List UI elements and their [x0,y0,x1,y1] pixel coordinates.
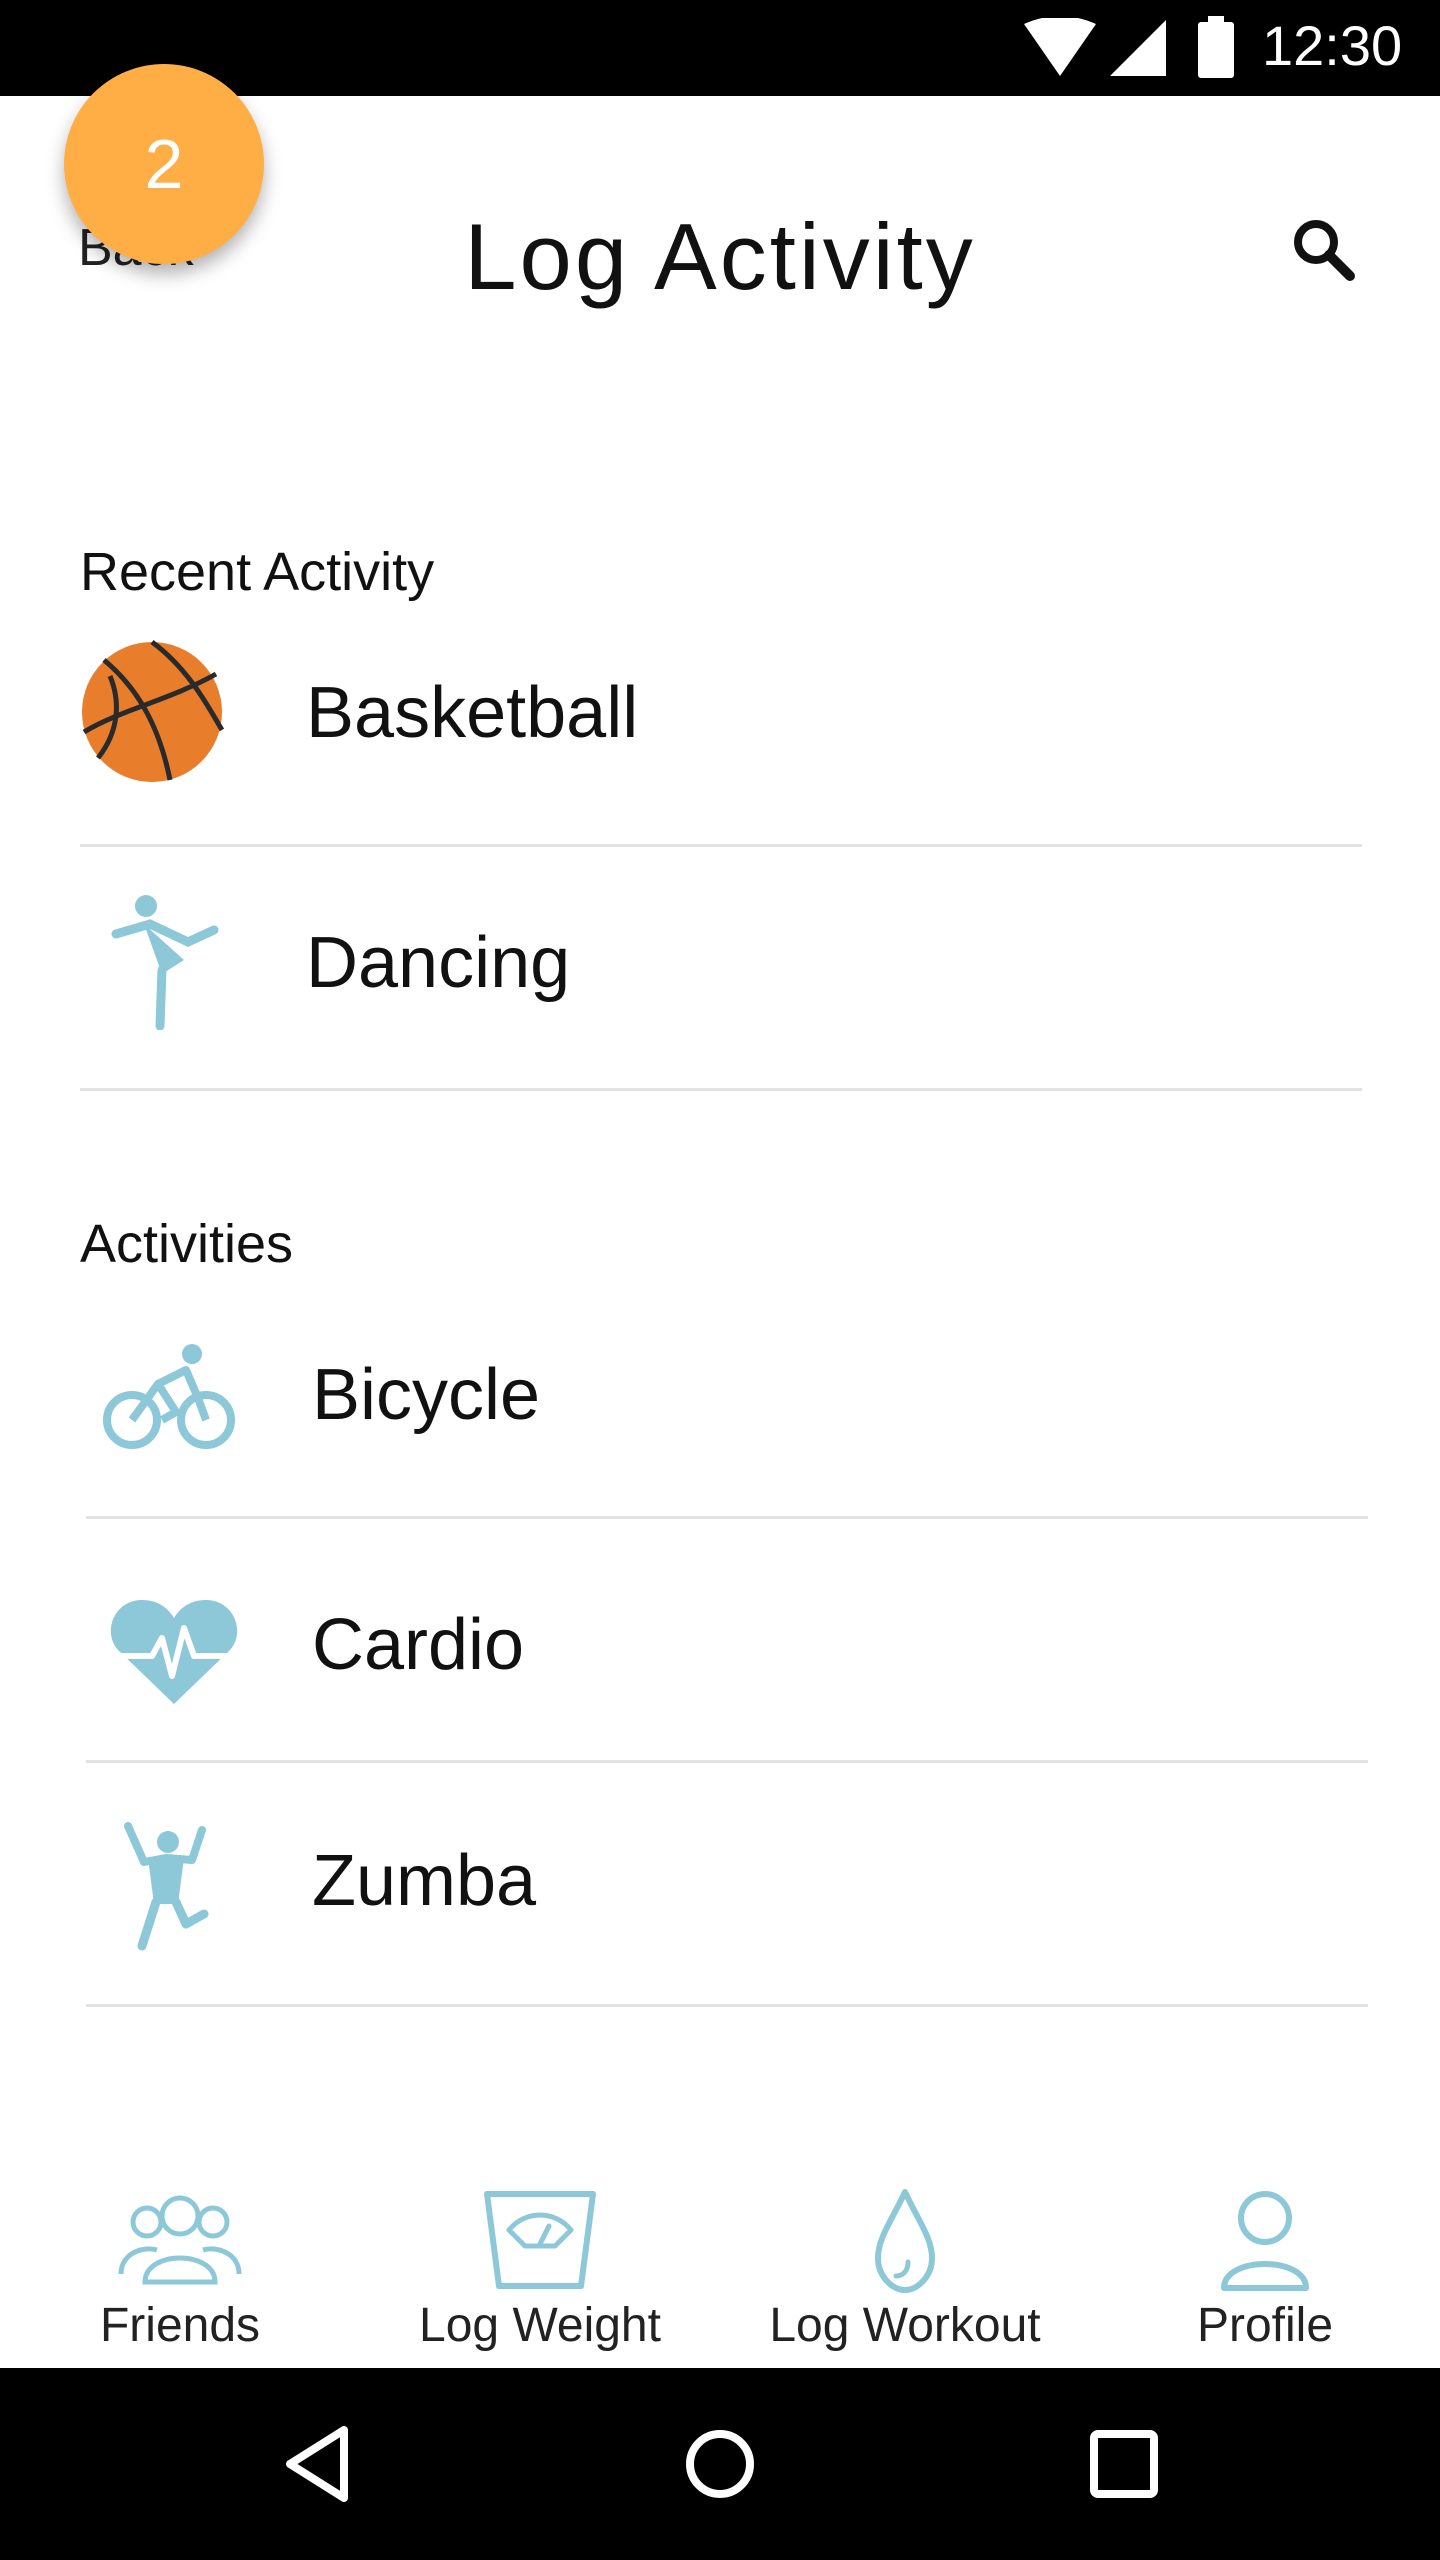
divider [80,1088,1362,1091]
square-recents-icon [1090,2430,1158,2498]
nav-label: Log Weight [419,2299,661,2352]
bottom-nav: Friends Log Weight Log Workout Profile [0,2160,1440,2368]
notification-badge[interactable]: 2 [64,64,264,264]
friends-icon [118,2195,242,2285]
recent-item-dancing[interactable]: Dancing [80,890,1360,1134]
activities-heading: Activities [80,1214,294,1274]
nav-label: Log Workout [769,2299,1041,2352]
battery-icon [1198,16,1234,78]
divider [86,1516,1368,1519]
activity-item-cardio[interactable]: Cardio [86,1580,1366,1824]
activity-item-label: Zumba [312,1841,537,1921]
divider [86,1760,1368,1763]
activity-item-zumba[interactable]: Zumba [86,1816,1366,2060]
circle-home-icon [686,2430,754,2498]
zumba-icon [124,1822,209,1951]
recent-item-label: Basketball [306,673,639,753]
profile-icon [1221,2191,1309,2291]
activity-item-label: Cardio [312,1605,525,1685]
nav-label: Profile [1196,2299,1334,2352]
home-nav-button[interactable] [670,2414,770,2514]
recent-item-basketball[interactable]: Basketball [80,640,1360,884]
activity-item-bicycle[interactable]: Bicycle [86,1336,1366,1580]
basketball-icon [82,640,224,782]
android-nav-bar [0,2368,1440,2560]
dancer-icon [111,895,219,1030]
water-drop-icon [875,2189,935,2293]
recent-activity-heading: Recent Activity [80,542,435,602]
search-icon [1294,220,1355,281]
recents-nav-button[interactable] [1074,2414,1174,2514]
heart-pulse-icon [108,1600,240,1704]
status-time: 12:30 [1262,14,1403,77]
search-button[interactable] [1284,210,1364,290]
triangle-back-icon [286,2426,348,2502]
bicycle-icon [103,1344,235,1449]
nav-profile[interactable]: Profile [1150,2160,1380,2368]
divider [86,2004,1368,2007]
recent-item-label: Dancing [306,923,571,1003]
divider [80,844,1362,847]
nav-friends[interactable]: Friends [60,2160,300,2368]
activity-item-label: Bicycle [312,1355,541,1435]
nav-log-workout[interactable]: Log Workout [760,2160,1050,2368]
scale-icon [484,2191,596,2289]
signal-icon [1110,20,1166,76]
nav-label: Friends [99,2299,261,2352]
nav-log-weight[interactable]: Log Weight [410,2160,670,2368]
wifi-icon [1024,18,1096,76]
back-nav-button[interactable] [270,2414,370,2514]
